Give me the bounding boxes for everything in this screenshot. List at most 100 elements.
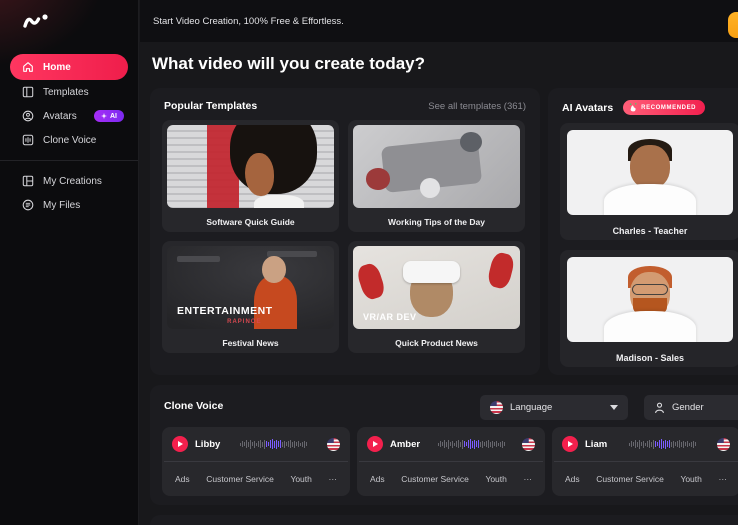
voice-card-top: Libby bbox=[162, 427, 350, 461]
photo-shape bbox=[262, 256, 285, 283]
popular-templates-header: Popular Templates See all templates (361… bbox=[150, 88, 540, 120]
waveform bbox=[614, 436, 710, 452]
sidebar-menu: Home Templates Avatars AI Clone Voice bbox=[0, 54, 138, 217]
gender-dropdown-label: Gender bbox=[672, 402, 704, 413]
next-section-panel bbox=[150, 515, 738, 525]
photo-shape bbox=[420, 178, 440, 198]
template-card-working-tips[interactable]: Working Tips of the Day bbox=[348, 120, 525, 232]
photo-shape bbox=[604, 184, 697, 215]
template-card-quick-product-news[interactable]: VR/AR DEV Quick Product News bbox=[348, 241, 525, 353]
recommended-badge-label: RECOMMENDED bbox=[641, 105, 696, 111]
photo-overlay-text: VR/AR DEV bbox=[363, 312, 417, 322]
photo-shape bbox=[630, 145, 670, 189]
avatar-card-madison[interactable]: Madison - Sales bbox=[560, 250, 738, 367]
photo-shape bbox=[460, 132, 482, 152]
sidebar-item-label: Clone Voice bbox=[43, 135, 96, 146]
us-flag-icon bbox=[717, 438, 730, 451]
avatar-label: Madison - Sales bbox=[560, 349, 738, 367]
voice-tags: Ads Customer Service Youth ··· bbox=[552, 462, 738, 495]
voice-tag[interactable]: Customer Service bbox=[401, 474, 469, 484]
template-card-software-quick-guide[interactable]: Software Quick Guide bbox=[162, 120, 339, 232]
play-button[interactable] bbox=[172, 436, 188, 452]
voice-card-top: Liam bbox=[552, 427, 738, 461]
more-tags-button[interactable]: ··· bbox=[328, 474, 337, 484]
sidebar-item-avatars[interactable]: Avatars AI bbox=[0, 104, 138, 128]
photo-overlay-text: RAPINOE bbox=[227, 319, 261, 325]
us-flag-icon bbox=[327, 438, 340, 451]
more-tags-button[interactable]: ··· bbox=[523, 474, 532, 484]
play-icon bbox=[178, 441, 183, 447]
template-photo bbox=[167, 125, 334, 208]
popular-templates-title: Popular Templates bbox=[164, 100, 257, 112]
sidebar: Home Templates Avatars AI Clone Voice bbox=[0, 0, 139, 525]
promo-text: Start Video Creation, 100% Free & Effort… bbox=[153, 16, 344, 27]
sidebar-item-label: My Files bbox=[43, 200, 80, 211]
photo-shape bbox=[254, 195, 304, 208]
template-label: Software Quick Guide bbox=[162, 213, 339, 232]
play-button[interactable] bbox=[367, 436, 383, 452]
language-dropdown[interactable]: Language bbox=[480, 395, 628, 420]
photo-shape bbox=[486, 251, 515, 290]
photo-shape bbox=[604, 311, 697, 342]
voice-tag[interactable]: Customer Service bbox=[596, 474, 664, 484]
voice-name: Liam bbox=[585, 439, 607, 450]
photo-shape bbox=[355, 262, 386, 302]
sidebar-item-templates[interactable]: Templates bbox=[0, 80, 138, 104]
cta-button[interactable] bbox=[728, 12, 738, 38]
person-icon bbox=[654, 402, 665, 414]
us-flag-icon bbox=[490, 401, 503, 414]
app-logo[interactable] bbox=[22, 10, 52, 37]
sidebar-item-my-files[interactable]: My Files bbox=[0, 193, 138, 217]
template-label: Festival News bbox=[162, 334, 339, 353]
voice-card-liam[interactable]: Liam Ads Customer Service Youth ··· bbox=[552, 427, 738, 496]
voice-tag[interactable]: Ads bbox=[370, 474, 385, 484]
sidebar-item-label: Templates bbox=[43, 87, 89, 98]
template-photo: ENTERTAINMENT RAPINOE bbox=[167, 246, 334, 329]
ai-avatars-panel: AI Avatars RECOMMENDED Charles - Teacher bbox=[548, 88, 738, 375]
see-all-templates-link[interactable]: See all templates (361) bbox=[428, 101, 526, 112]
creations-icon bbox=[21, 175, 34, 187]
photo-shape bbox=[632, 284, 669, 295]
play-button[interactable] bbox=[562, 436, 578, 452]
waveform bbox=[227, 436, 320, 452]
voice-card-amber[interactable]: Amber Ads Customer Service Youth ··· bbox=[357, 427, 545, 496]
avatar-photo bbox=[567, 130, 733, 215]
template-photo bbox=[353, 125, 520, 208]
voice-tag[interactable]: Youth bbox=[485, 474, 506, 484]
photo-overlay-text: ENTERTAINMENT bbox=[177, 305, 273, 317]
sparkle-icon bbox=[101, 113, 107, 119]
ai-badge-label: AI bbox=[110, 113, 117, 120]
sidebar-item-my-creations[interactable]: My Creations bbox=[0, 169, 138, 193]
ai-avatars-title: AI Avatars bbox=[562, 102, 613, 114]
sidebar-item-clone-voice[interactable]: Clone Voice bbox=[0, 128, 138, 152]
sidebar-item-label: Avatars bbox=[43, 111, 77, 122]
ai-badge: AI bbox=[94, 110, 124, 122]
recommended-badge: RECOMMENDED bbox=[623, 100, 705, 115]
photo-shape bbox=[366, 168, 389, 190]
page-title: What video will you create today? bbox=[152, 54, 425, 74]
waveform bbox=[427, 436, 515, 452]
template-card-festival-news[interactable]: ENTERTAINMENT RAPINOE Festival News bbox=[162, 241, 339, 353]
more-tags-button[interactable]: ··· bbox=[718, 474, 727, 484]
photo-shape bbox=[245, 153, 273, 196]
template-grid: Software Quick Guide Working Tips of the… bbox=[150, 120, 540, 353]
voice-tag[interactable]: Ads bbox=[565, 474, 580, 484]
sidebar-item-home[interactable]: Home bbox=[10, 54, 128, 80]
voice-tag[interactable]: Ads bbox=[175, 474, 190, 484]
logo-mark-icon bbox=[22, 10, 52, 32]
voice-tag[interactable]: Customer Service bbox=[206, 474, 274, 484]
voice-tag[interactable]: Youth bbox=[290, 474, 311, 484]
voice-card-row: Libby Ads Customer Service Youth ··· Amb… bbox=[150, 427, 738, 496]
photo-shape bbox=[403, 261, 460, 283]
topbar: Start Video Creation, 100% Free & Effort… bbox=[140, 0, 738, 42]
voice-tags: Ads Customer Service Youth ··· bbox=[162, 462, 350, 495]
templates-icon bbox=[21, 86, 34, 98]
gender-dropdown[interactable]: Gender bbox=[644, 395, 738, 420]
clone-voice-header: Clone Voice Language Gender bbox=[150, 385, 738, 427]
sidebar-item-label: My Creations bbox=[43, 176, 102, 187]
clone-voice-title: Clone Voice bbox=[164, 400, 223, 412]
photo-shape bbox=[230, 125, 317, 194]
voice-tag[interactable]: Youth bbox=[680, 474, 701, 484]
voice-card-libby[interactable]: Libby Ads Customer Service Youth ··· bbox=[162, 427, 350, 496]
avatar-card-charles[interactable]: Charles - Teacher bbox=[560, 123, 738, 240]
